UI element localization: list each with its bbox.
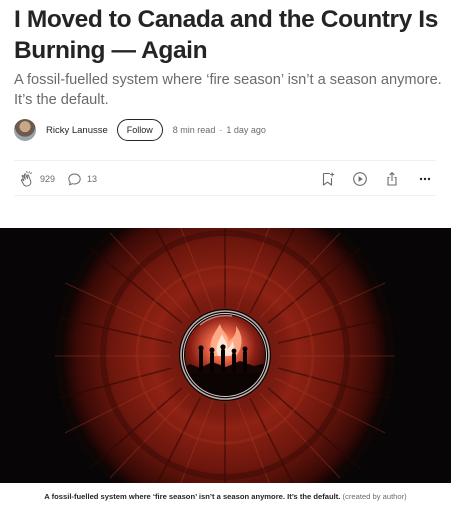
response-count: 13 xyxy=(87,174,98,184)
share-icon xyxy=(387,171,397,186)
more-options-button[interactable] xyxy=(418,161,432,197)
action-bar: 929 13 xyxy=(14,160,436,196)
responses-button[interactable]: 13 xyxy=(67,161,97,197)
meta-separator: · xyxy=(219,125,223,135)
play-icon xyxy=(353,172,367,186)
article-subtitle: A fossil-fuelled system where ‘fire seas… xyxy=(14,72,442,108)
more-icon xyxy=(419,177,431,181)
author-avatar[interactable] xyxy=(14,119,36,141)
byline: Ricky Lanusse Follow 8 min read · 1 day … xyxy=(14,118,266,142)
clap-icon xyxy=(20,171,33,187)
iris-fire-illustration xyxy=(0,228,451,483)
hero-image xyxy=(0,228,451,483)
article-meta: 8 min read · 1 day ago xyxy=(173,125,266,135)
follow-button[interactable]: Follow xyxy=(116,119,163,141)
article-title: I Moved to Canada and the Country Is Bur… xyxy=(14,6,438,64)
listen-button[interactable] xyxy=(352,161,368,197)
bookmark-icon xyxy=(322,172,335,186)
caption-text: A fossil-fuelled system where ‘fire seas… xyxy=(44,492,341,501)
read-time: 8 min read xyxy=(172,125,216,135)
clap-button[interactable]: 929 xyxy=(19,161,55,197)
author-name[interactable]: Ricky Lanusse xyxy=(46,125,108,136)
comment-icon xyxy=(68,172,81,186)
clap-count: 929 xyxy=(40,174,56,184)
publish-date: 1 day ago xyxy=(226,125,266,135)
share-button[interactable] xyxy=(384,161,400,197)
image-caption: A fossil-fuelled system where ‘fire seas… xyxy=(0,492,451,501)
caption-credit: (created by author) xyxy=(342,492,407,501)
bookmark-button[interactable] xyxy=(320,161,336,197)
